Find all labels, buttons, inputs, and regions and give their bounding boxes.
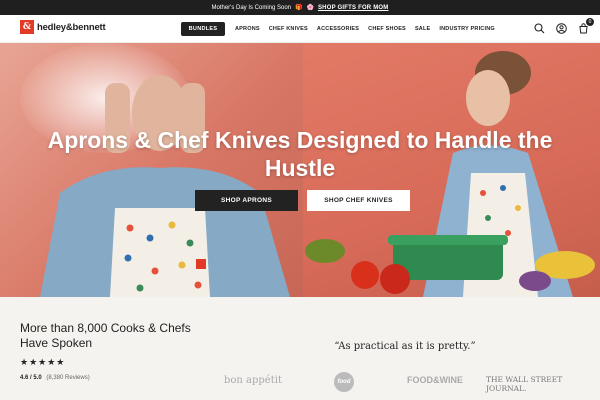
- hero-banner: Aprons & Chef Knives Designed to Handle …: [0, 43, 600, 297]
- reviews-heading: More than 8,000 Cooks & Chefs Have Spoke…: [20, 321, 191, 350]
- announcement-bar: Mother's Day Is Coming Soon 🎁 🌸 SHOP GIF…: [0, 0, 600, 15]
- star-rating-icon: ★★★★★: [20, 357, 66, 367]
- nav-item-aprons[interactable]: APRONS: [235, 26, 260, 32]
- header-icons: 0: [533, 18, 594, 35]
- hero-title: Aprons & Chef Knives Designed to Handle …: [0, 126, 600, 182]
- gift-icon: 🎁: [295, 5, 303, 11]
- nav-item-chef-knives[interactable]: CHEF KNIVES: [269, 26, 308, 32]
- nav-item-chef-shoes[interactable]: CHEF SHOES: [368, 26, 406, 32]
- flower-icon: 🌸: [306, 5, 314, 11]
- nav-item-industry-pricing[interactable]: INDUSTRY PRICING: [439, 26, 494, 32]
- shop-chef-knives-button[interactable]: SHOP CHEF KNIVES: [307, 190, 410, 211]
- shop-aprons-button[interactable]: SHOP APRONS: [195, 190, 298, 211]
- hero-title-line-1: Aprons & Chef Knives Designed to Handle …: [47, 127, 553, 153]
- cart-count-badge: 0: [586, 18, 594, 26]
- press-logo-bon-appetit: bon appétit: [224, 375, 282, 386]
- search-icon[interactable]: [533, 22, 546, 35]
- press-logo-food-network: food: [334, 372, 354, 392]
- brand-name: hedley&bennett: [37, 21, 106, 33]
- announcement-text: Mother's Day Is Coming Soon: [211, 4, 292, 11]
- account-icon[interactable]: [555, 22, 568, 35]
- cart-icon[interactable]: 0: [577, 18, 594, 35]
- shop-gifts-link[interactable]: SHOP GIFTS FOR MOM: [318, 5, 389, 11]
- reviews-section: More than 8,000 Cooks & Chefs Have Spoke…: [0, 297, 600, 400]
- nav-bundles-button[interactable]: BUNDLES: [181, 22, 225, 36]
- site-header: & hedley&bennett BUNDLES APRONS CHEF KNI…: [0, 15, 600, 43]
- rating-score: 4.6 / 5.0: [20, 375, 42, 381]
- rating-summary[interactable]: 4.6 / 5.0 (8,380 Reviews): [20, 375, 90, 381]
- press-quote: “As practical as it is pretty.”: [334, 341, 476, 352]
- nav-item-sale[interactable]: SALE: [415, 26, 430, 32]
- press-logo-food-and-wine: FOOD&WINE: [407, 375, 463, 385]
- main-nav: BUNDLES APRONS CHEF KNIVES ACCESSORIES C…: [181, 22, 504, 36]
- brand-logo[interactable]: & hedley&bennett: [20, 20, 106, 34]
- press-logo-wall-street-journal: THE WALL STREET JOURNAL.: [486, 375, 563, 393]
- review-count: (8,380 Reviews): [46, 375, 90, 381]
- brand-mark-icon: &: [20, 20, 34, 34]
- hero-title-line-2: Hustle: [264, 155, 336, 181]
- nav-item-accessories[interactable]: ACCESSORIES: [317, 26, 359, 32]
